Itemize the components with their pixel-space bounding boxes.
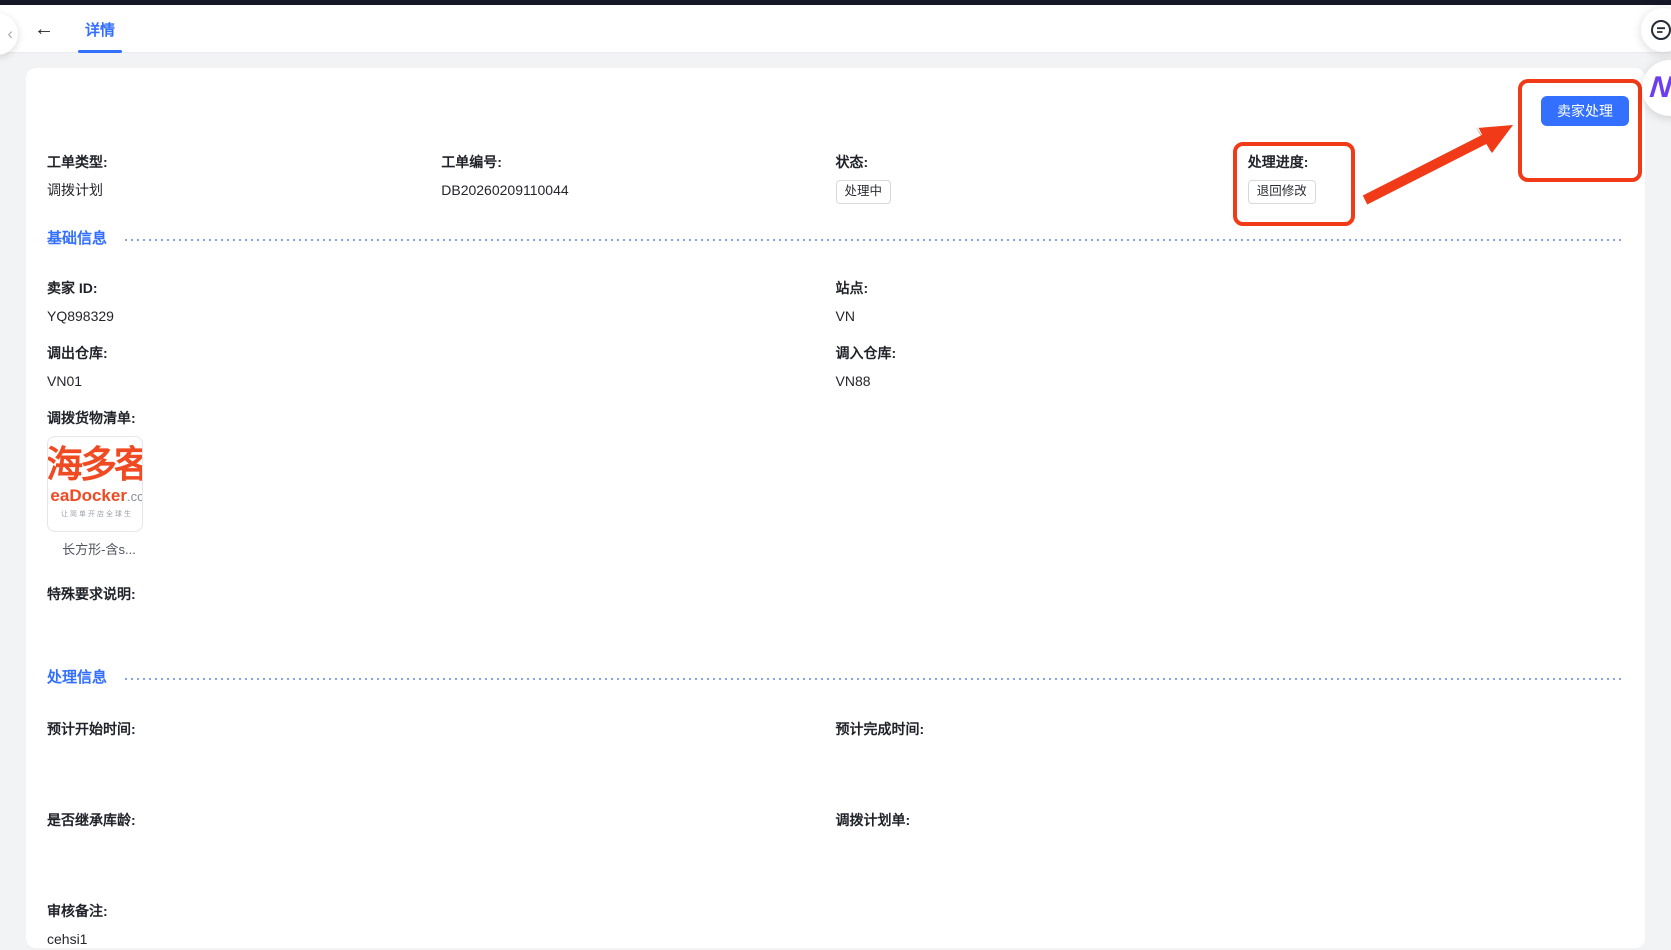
field-plan-order: 调拨计划单: (836, 810, 1625, 859)
field-site: 站点: VN (836, 278, 1625, 327)
field-inherit-age-value (47, 837, 836, 859)
field-audit-remark-value: cehsi1 (47, 928, 1624, 950)
field-seller-id-value: YQ898329 (47, 305, 836, 327)
tab-detail-label: 详情 (85, 22, 115, 39)
field-order-no-value: DB20260209110044 (441, 179, 835, 201)
brand-n-icon: N (1648, 71, 1671, 105)
logo-chinese-text: 海多客 (47, 444, 143, 486)
field-to-warehouse: 调入仓库: VN88 (836, 343, 1625, 392)
field-to-warehouse-value: VN88 (836, 370, 1625, 392)
process-info-title: 处理信息 (47, 667, 107, 689)
field-goods-list-label: 调拨货物清单: (47, 408, 1624, 428)
field-progress-label: 处理进度: (1248, 152, 1624, 172)
basic-info-row-1: 卖家 ID: YQ898329 站点: VN (47, 278, 1624, 327)
goods-list-filename: 长方形-含s... (47, 539, 151, 558)
field-plan-order-label: 调拨计划单: (836, 810, 1625, 830)
field-inherit-age: 是否继承库龄: (47, 810, 836, 859)
field-from-warehouse-label: 调出仓库: (47, 343, 836, 363)
field-site-value: VN (836, 305, 1625, 327)
app-header: ‹ ← 详情 (0, 5, 1671, 53)
sidebar-collapse-toggle[interactable]: ‹ (0, 13, 18, 55)
summary-row: 工单类型: 调拨计划 工单编号: DB20260209110044 状态: 处理… (47, 152, 1624, 204)
field-status-label: 状态: (836, 152, 1230, 172)
section-dotted-divider (125, 678, 1624, 680)
field-start-time: 预计开始时间: (47, 719, 836, 768)
basic-info-row-2: 调出仓库: VN01 调入仓库: VN88 (47, 343, 1624, 392)
field-special-note-label: 特殊要求说明: (47, 584, 1624, 604)
goods-list-image[interactable]: 海多客 eaDocker.cc 让简单开店全球生 (47, 436, 143, 532)
field-special-note: 特殊要求说明: (47, 584, 1624, 633)
field-order-type-label: 工单类型: (47, 152, 441, 172)
field-inherit-age-label: 是否继承库龄: (47, 810, 836, 830)
floating-brand-button[interactable]: N (1642, 60, 1671, 116)
basic-info-title: 基础信息 (47, 228, 107, 250)
process-info-row-2: 是否继承库龄: 调拨计划单: (47, 810, 1624, 859)
progress-badge: 退回修改 (1248, 180, 1316, 204)
field-plan-order-value (836, 837, 1625, 859)
process-info-row-1: 预计开始时间: 预计完成时间: (47, 719, 1624, 768)
field-audit-remark: 审核备注: cehsi1 (47, 901, 1624, 950)
field-from-warehouse: 调出仓库: VN01 (47, 343, 836, 392)
field-special-note-value (47, 611, 1624, 633)
arrow-left-icon: ← (34, 18, 54, 40)
tab-detail[interactable]: 详情 (78, 5, 122, 53)
field-order-type-value: 调拨计划 (47, 179, 441, 201)
field-goods-list: 调拨货物清单: 海多客 eaDocker.cc 让简单开店全球生 长方形-含s.… (47, 408, 1624, 558)
logo-english-text: eaDocker.cc (47, 486, 143, 507)
section-dotted-divider (125, 239, 1624, 241)
field-from-warehouse-value: VN01 (47, 370, 836, 392)
field-order-no-label: 工单编号: (441, 152, 835, 172)
field-seller-id: 卖家 ID: YQ898329 (47, 278, 836, 327)
field-seller-id-label: 卖家 ID: (47, 278, 836, 298)
basic-info-section-header: 基础信息 (47, 228, 1624, 250)
field-audit-remark-label: 审核备注: (47, 901, 1624, 921)
field-start-time-label: 预计开始时间: (47, 719, 836, 739)
field-site-label: 站点: (836, 278, 1625, 298)
logo-slogan-text: 让简单开店全球生 (47, 509, 143, 519)
help-icon (1650, 19, 1671, 41)
logo-domain-text: .cc (127, 489, 143, 504)
field-status: 状态: 处理中 (836, 152, 1230, 204)
process-info-section-header: 处理信息 (47, 667, 1624, 689)
field-to-warehouse-label: 调入仓库: (836, 343, 1625, 363)
seller-handle-button[interactable]: 卖家处理 (1541, 96, 1629, 126)
field-finish-time: 预计完成时间: (836, 719, 1625, 768)
field-start-time-value (47, 746, 836, 768)
back-button[interactable]: ← (30, 17, 58, 41)
field-order-no: 工单编号: DB20260209110044 (441, 152, 835, 204)
chevron-left-icon: ‹ (7, 24, 13, 44)
field-finish-time-label: 预计完成时间: (836, 719, 1625, 739)
status-badge: 处理中 (836, 180, 892, 204)
workorder-detail-card: 工单类型: 调拨计划 工单编号: DB20260209110044 状态: 处理… (26, 68, 1645, 948)
field-progress: 处理进度: 退回修改 (1230, 152, 1624, 204)
field-order-type: 工单类型: 调拨计划 (47, 152, 441, 204)
seadocker-logo: 海多客 eaDocker.cc 让简单开店全球生 (47, 437, 143, 519)
field-finish-time-value (836, 746, 1625, 768)
